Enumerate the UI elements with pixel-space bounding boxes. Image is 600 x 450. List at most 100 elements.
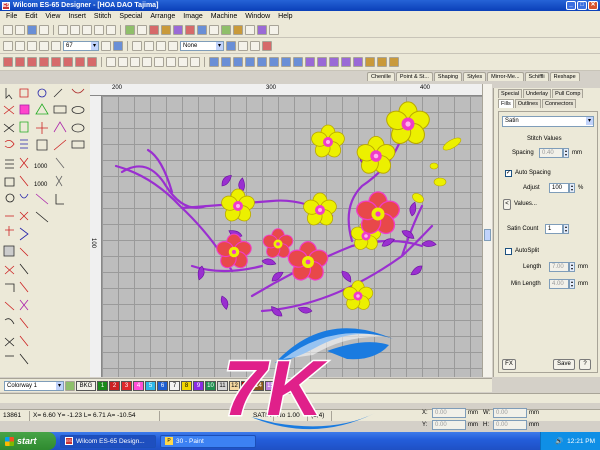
spacing-input[interactable]: 0.40	[539, 148, 563, 158]
fancy-icon[interactable]	[51, 57, 61, 67]
fill-7-icon[interactable]	[281, 57, 291, 67]
help-button[interactable]: ?	[579, 359, 591, 370]
minimize-button[interactable]: _	[566, 1, 576, 10]
task-wilcom[interactable]: ES Wilcom ES-65 Design...	[60, 434, 156, 448]
3d-view-icon[interactable]	[113, 40, 123, 51]
menu-stitch[interactable]: Stitch	[90, 13, 116, 20]
close-button[interactable]: ✕	[588, 1, 598, 10]
color-swatch[interactable]: 3	[121, 380, 132, 391]
fill-15-icon[interactable]	[377, 57, 387, 67]
fill-11-icon[interactable]	[329, 57, 339, 67]
grid-icon[interactable]	[197, 24, 207, 35]
tab-schiffli[interactable]: Schiffli	[524, 72, 549, 81]
backstitch-icon[interactable]	[118, 57, 128, 67]
menu-help[interactable]: Help	[274, 13, 296, 20]
min-length-spinner[interactable]: ▴ ▾	[569, 279, 575, 289]
start-button[interactable]: start	[0, 432, 56, 450]
menu-window[interactable]: Window	[241, 13, 274, 20]
tool-icons[interactable]: 1000 1000	[0, 84, 90, 377]
menu-special[interactable]: Special	[115, 13, 146, 20]
zoom-in-icon[interactable]	[3, 40, 13, 51]
tab-outlines[interactable]: Outlines	[514, 99, 541, 108]
program-split-icon[interactable]	[63, 57, 73, 67]
tab-shaping[interactable]: Shaping	[433, 72, 463, 81]
paste-icon[interactable]	[82, 24, 92, 35]
needle-icon[interactable]	[185, 24, 195, 35]
help-icon[interactable]	[269, 24, 279, 35]
stitch-player-icon[interactable]	[125, 24, 135, 35]
fill-2-icon[interactable]	[221, 57, 231, 67]
fill-4-icon[interactable]	[245, 57, 255, 67]
color-blend-icon[interactable]	[178, 57, 188, 67]
cut-icon[interactable]	[58, 24, 68, 35]
thread-icon[interactable]	[257, 24, 267, 35]
fill-5-icon[interactable]	[257, 57, 267, 67]
undo-icon[interactable]	[94, 24, 104, 35]
zoom-fit-icon[interactable]	[39, 40, 49, 51]
values-button[interactable]: Values...	[514, 201, 537, 207]
color-icon[interactable]	[262, 40, 272, 51]
pan-icon[interactable]	[51, 40, 61, 51]
motif-icon[interactable]	[75, 57, 85, 67]
tab-fills[interactable]: Fills	[498, 99, 514, 108]
distribute-icon[interactable]	[250, 40, 260, 51]
color-swatch[interactable]: 9	[193, 380, 204, 391]
effect-select[interactable]: None	[180, 40, 224, 51]
auto-spacing-checkbox[interactable]: ✓	[505, 170, 512, 177]
values-arrow-button[interactable]: <	[503, 199, 511, 210]
menu-edit[interactable]: Edit	[21, 13, 41, 20]
satin-count-spinner[interactable]: ▴ ▾	[563, 224, 569, 234]
redo-icon[interactable]	[106, 24, 116, 35]
color-swatch[interactable]: 6	[157, 380, 168, 391]
zoom-out-icon[interactable]	[15, 40, 25, 51]
triple-run-icon[interactable]	[15, 57, 25, 67]
color-swatch[interactable]: 4	[133, 380, 144, 391]
canvas-scrollbar[interactable]	[482, 84, 492, 377]
tab-mirror-merge[interactable]: Mirror-Me...	[487, 72, 524, 81]
fill-6-icon[interactable]	[269, 57, 279, 67]
coord-w-input[interactable]: 0.00	[493, 408, 527, 418]
open-icon[interactable]	[15, 24, 25, 35]
tab-reshape[interactable]: Reshape	[549, 72, 580, 81]
fill-3-icon[interactable]	[233, 57, 243, 67]
fill-9-icon[interactable]	[305, 57, 315, 67]
colorway-select[interactable]: Colorway 1	[4, 380, 64, 391]
scrollbar-thumb[interactable]	[484, 229, 491, 241]
coord-y-input[interactable]: 0.00	[432, 420, 466, 430]
tab-chenille[interactable]: Chenille	[367, 72, 395, 81]
fill-type-select[interactable]: Satin	[502, 116, 594, 127]
texture-icon[interactable]	[161, 24, 171, 35]
select-icon[interactable]	[132, 40, 142, 51]
color-swatch[interactable]: 2	[109, 380, 120, 391]
run-icon[interactable]	[3, 57, 13, 67]
circle-icon[interactable]	[226, 40, 236, 51]
satin-count-input[interactable]: 1	[545, 224, 563, 234]
menu-machine[interactable]: Machine	[207, 13, 241, 20]
artwork-icon[interactable]	[173, 24, 183, 35]
fx-button[interactable]: FX	[502, 359, 516, 370]
outline-icon[interactable]	[106, 57, 116, 67]
hoop-icon[interactable]	[221, 24, 231, 35]
fill-14-icon[interactable]	[365, 57, 375, 67]
length-spinner[interactable]: ▴ ▾	[569, 262, 575, 272]
photo-flash-icon[interactable]	[166, 57, 176, 67]
speaker-icon[interactable]: 🔊	[555, 437, 563, 445]
reshape-icon[interactable]	[144, 40, 154, 51]
stipple-icon[interactable]	[190, 57, 200, 67]
fill-16-icon[interactable]	[389, 57, 399, 67]
measure-icon[interactable]	[209, 24, 219, 35]
palette-icon[interactable]	[65, 380, 75, 391]
fill-8-icon[interactable]	[293, 57, 303, 67]
save-icon[interactable]	[27, 24, 37, 35]
fill-10-icon[interactable]	[317, 57, 327, 67]
fill-12-icon[interactable]	[341, 57, 351, 67]
fill-13-icon[interactable]	[353, 57, 363, 67]
stemstitch-icon[interactable]	[130, 57, 140, 67]
tab-point-stitch[interactable]: Point & St...	[395, 72, 433, 81]
menu-arrange[interactable]: Arrange	[146, 13, 179, 20]
color-swatch[interactable]: 8	[181, 380, 192, 391]
min-length-input[interactable]: 4.00	[549, 279, 569, 289]
spacing-spinner[interactable]: ▴ ▾	[563, 148, 569, 158]
fill-1-icon[interactable]	[209, 57, 219, 67]
save-button[interactable]: Save	[553, 359, 575, 370]
